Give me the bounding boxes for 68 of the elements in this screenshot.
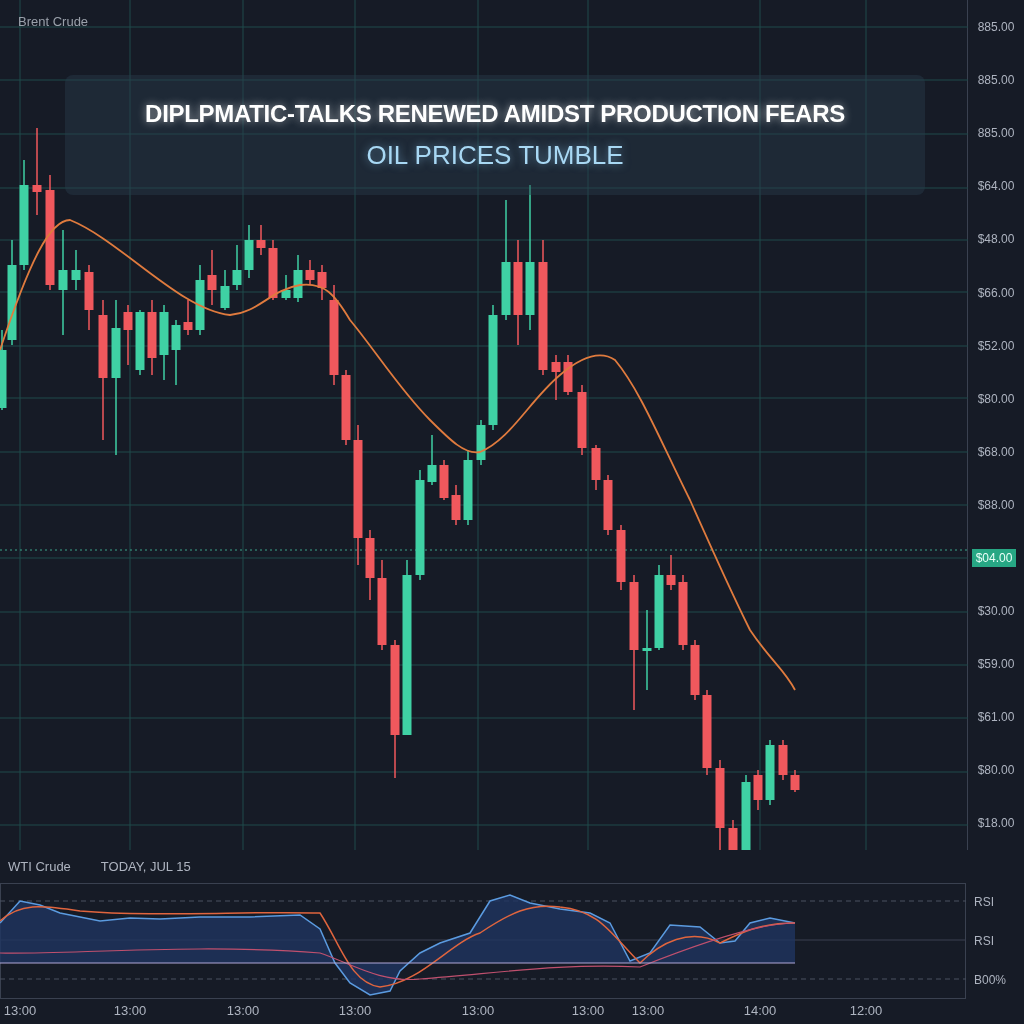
time-label: 14:00 [743,1003,777,1018]
candlestick [476,419,486,466]
candlestick [135,309,145,376]
price-label: $30.00 [977,604,1015,619]
candlestick [317,264,327,301]
candlestick [281,274,291,301]
candlestick [220,269,230,311]
candlestick [563,354,573,396]
candlestick [728,819,738,850]
candlestick [171,319,181,386]
candlestick [207,249,217,306]
price-label: $59.00 [977,657,1015,672]
headline-subtitle: OIL PRICES TUMBLE [366,139,624,171]
price-label: $80.00 [977,763,1015,778]
headline-title: DIPLPMATIC-TALKS RENEWED AMIDST PRODUCTION FEARS [145,99,845,128]
time-label: 13:00 [3,1003,37,1018]
price-label: $52.00 [977,338,1015,353]
price-label: $88.00 [977,497,1015,512]
price-label: 885.00 [977,73,1015,88]
time-label: 13:00 [461,1003,495,1018]
price-label: $80.00 [977,391,1015,406]
time-label: 13:00 [338,1003,372,1018]
candlestick [195,264,205,336]
candlestick [551,354,561,401]
price-label: $68.00 [977,444,1015,459]
candlestick [591,444,601,491]
price-label: $18.00 [977,816,1015,831]
time-label: 13:00 [631,1003,665,1018]
price-label: $61.00 [977,710,1015,725]
date-label: TODAY, JUL 15 [100,859,191,874]
candlestick [268,239,278,301]
candlestick [666,554,676,591]
symbol-label: WTI Crude [8,859,71,874]
candlestick [84,264,94,331]
candlestick [427,434,437,486]
candlestick [256,224,266,256]
candlestick [244,224,254,279]
price-label: $66.00 [977,285,1015,300]
time-label: 13:00 [571,1003,605,1018]
candlestick [293,254,303,303]
candlestick [232,244,242,291]
candlestick [616,524,626,591]
price-label: $48.00 [977,232,1015,247]
current-price-badge: $04.00 [971,549,1017,567]
rsi-scale-label: RSI [974,895,995,910]
candlestick [71,249,81,291]
time-label: 13:00 [226,1003,260,1018]
time-label: 13:00 [113,1003,147,1018]
rsi-scale-label: RSI [974,934,995,948]
price-label: 885.00 [977,20,1015,35]
symbol-label: Brent Crude [18,14,89,29]
candlestick [753,769,763,811]
rsi-scale-label: B00% [974,972,1007,987]
candlestick [778,739,788,781]
candlestick [577,384,587,456]
candlestick [451,484,461,526]
candlestick [183,299,193,336]
candlestick [305,259,315,286]
candlestick [439,459,449,501]
price-label: $64.00 [977,179,1015,194]
candlestick [603,474,613,536]
candlestick [790,769,800,793]
candlestick [765,739,775,806]
price-label: 885.00 [977,126,1015,141]
candlestick [690,639,700,701]
time-label: 12:00 [849,1003,883,1018]
candlestick [123,304,133,366]
candlestick [365,529,375,601]
